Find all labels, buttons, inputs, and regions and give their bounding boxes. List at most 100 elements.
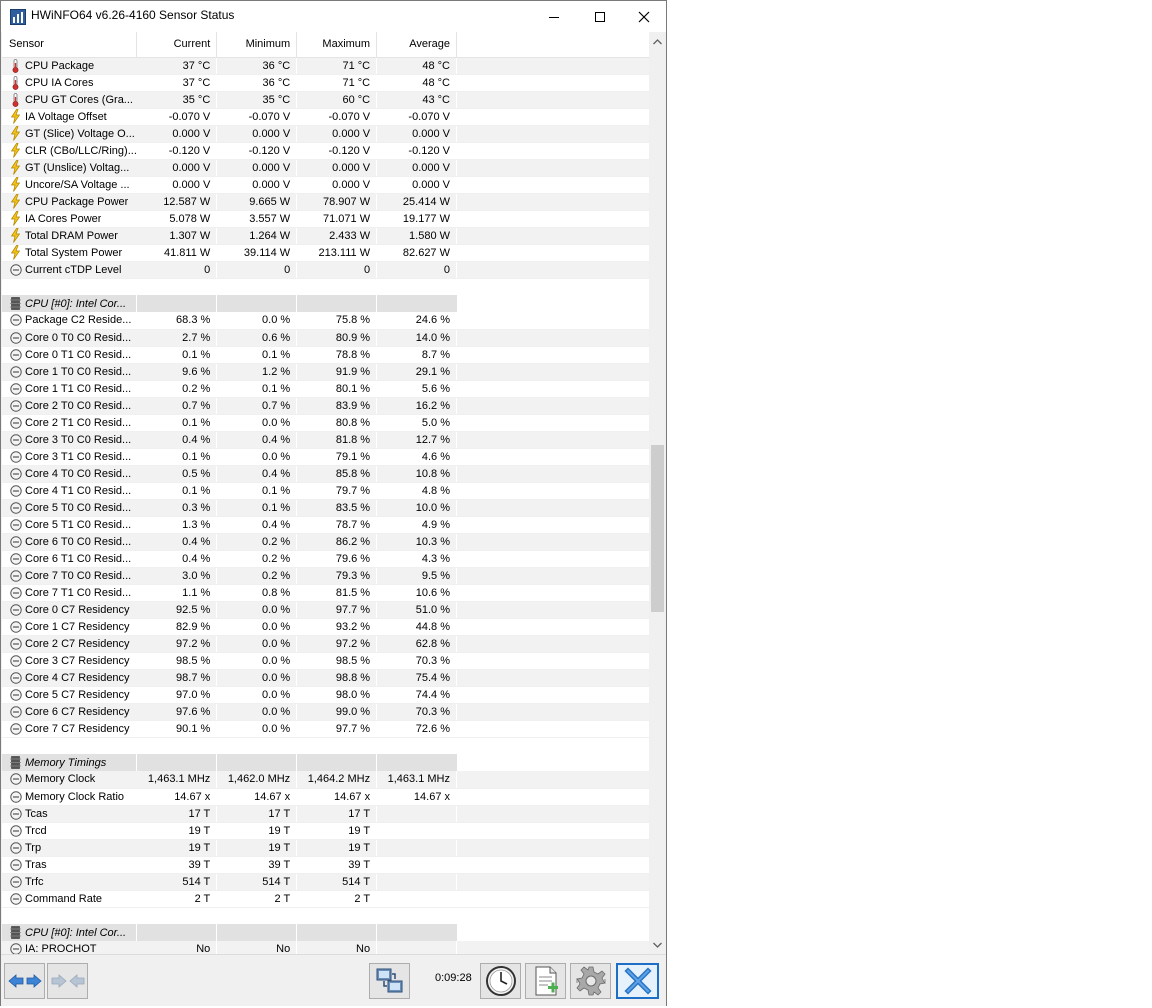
sensor-row[interactable]: Core 0 C7 Residency 92.5 % 0.0 % 97.7 % 51.0… — [2, 601, 649, 619]
sensor-row[interactable]: Core 3 T1 C0 Resid... 0.1 % 0.0 % 79.1 % 4.6… — [2, 448, 649, 466]
sensor-row[interactable]: Core 7 C7 Residency 90.1 % 0.0 % 97.7 % 72.6… — [2, 720, 649, 738]
filler-cell — [456, 686, 649, 704]
filler-cell — [456, 805, 649, 823]
title-bar[interactable]: HWiNFO64 v6.26-4160 Sensor Status — [1, 1, 666, 32]
sensor-row[interactable]: Memory Clock 1,463.1 MHz 1,462.0 MHz 1,464.… — [2, 771, 649, 789]
sensor-row[interactable]: Core 6 C7 Residency 97.6 % 0.0 % 99.0 % 70.3… — [2, 703, 649, 721]
sensor-group-header[interactable]: Memory Timings — [2, 754, 649, 771]
sensor-list[interactable]: Sensor Current Minimum Maximum Average C… — [2, 32, 649, 954]
sensor-row[interactable]: Core 3 C7 Residency 98.5 % 0.0 % 98.5 % 70.3… — [2, 652, 649, 670]
sensor-row[interactable]: CPU GT Cores (Gra... 35 °C 35 °C 60 °C 43 °C — [2, 91, 649, 109]
filler-cell — [456, 295, 649, 312]
average-value — [376, 839, 457, 857]
sensor-row[interactable]: GT (Unslice) Voltag... 0.000 V 0.000 V 0.00… — [2, 159, 649, 177]
average-value: 4.8 % — [376, 482, 457, 500]
minimum-value: 39 T — [216, 856, 297, 874]
empty-cell — [377, 907, 457, 924]
scroll-thumb[interactable] — [651, 445, 664, 612]
sensor-row[interactable]: Total DRAM Power 1.307 W 1.264 W 2.433 W 1.5… — [2, 227, 649, 245]
minimize-button[interactable] — [531, 1, 577, 32]
sensor-row[interactable]: Tras 39 T 39 T 39 T — [2, 856, 649, 874]
sensor-row[interactable]: IA: PROCHOT No No No — [2, 941, 649, 954]
column-header-current[interactable]: Current — [136, 32, 218, 58]
navigate-disabled-button[interactable] — [47, 963, 88, 999]
filler-cell — [456, 720, 649, 738]
gauge-icon — [9, 807, 22, 821]
sensor-row[interactable]: Core 1 T0 C0 Resid... 9.6 % 1.2 % 91.9 % 29.… — [2, 363, 649, 381]
sensor-row[interactable]: IA Cores Power 5.078 W 3.557 W 71.071 W 19.1… — [2, 210, 649, 228]
reset-clock-button[interactable] — [480, 963, 521, 999]
add-report-button[interactable] — [525, 963, 566, 999]
sensor-row[interactable]: Tcas 17 T 17 T 17 T — [2, 805, 649, 823]
maximize-icon — [595, 11, 605, 22]
sensor-name-cell: Core 7 C7 Residency — [2, 720, 137, 738]
sensor-row[interactable]: Uncore/SA Voltage ... 0.000 V 0.000 V 0.000… — [2, 176, 649, 194]
sensor-row[interactable]: Total System Power 41.811 W 39.114 W 213.11… — [2, 244, 649, 262]
add-report-icon — [535, 966, 558, 996]
filler-cell — [456, 176, 649, 194]
network-button[interactable] — [369, 963, 410, 999]
sensor-row[interactable]: Core 2 T1 C0 Resid... 0.1 % 0.0 % 80.8 % 5.0… — [2, 414, 649, 432]
sensor-row[interactable]: GT (Slice) Voltage O... 0.000 V 0.000 V 0.0… — [2, 125, 649, 143]
maximum-value: 85.8 % — [296, 465, 377, 483]
sensor-row[interactable]: Core 3 T0 C0 Resid... 0.4 % 0.4 % 81.8 % 12.… — [2, 431, 649, 449]
scroll-up-arrow[interactable] — [649, 33, 666, 50]
sensor-row[interactable]: Core 4 C7 Residency 98.7 % 0.0 % 98.8 % 75.4… — [2, 669, 649, 687]
sensor-row[interactable]: Core 2 C7 Residency 97.2 % 0.0 % 97.2 % 62.8… — [2, 635, 649, 653]
sensor-row[interactable]: CLR (CBo/LLC/Ring)... -0.120 V -0.120 V -0.… — [2, 142, 649, 160]
sensor-row[interactable]: Core 1 T1 C0 Resid... 0.2 % 0.1 % 80.1 % 5.6… — [2, 380, 649, 398]
sensor-row[interactable]: Command Rate 2 T2 T2 T — [2, 890, 649, 908]
vertical-scrollbar[interactable] — [649, 32, 666, 954]
close-sensors-button[interactable] — [616, 963, 659, 999]
close-window-button[interactable] — [621, 1, 667, 32]
sensor-name: Memory Clock Ratio — [25, 790, 125, 803]
maximum-value: 79.1 % — [296, 448, 377, 466]
maximize-button[interactable] — [577, 1, 623, 32]
sensor-row[interactable]: Core 5 C7 Residency 97.0 % 0.0 % 98.0 % 74.4… — [2, 686, 649, 704]
sensor-row[interactable]: CPU IA Cores 37 °C 36 °C 71 °C 48 °C — [2, 74, 649, 92]
settings-button[interactable] — [570, 963, 611, 999]
sensor-row[interactable]: Core 2 T0 C0 Resid... 0.7 % 0.7 % 83.9 % 16.… — [2, 397, 649, 415]
sensor-name-cell: Core 4 T0 C0 Resid... — [2, 465, 137, 483]
sensor-name-cell: CPU Package Power — [2, 193, 137, 211]
column-header-maximum[interactable]: Maximum — [296, 32, 378, 58]
sensor-row[interactable]: Core 6 T0 C0 Resid... 0.4 % 0.2 % 86.2 % 10.… — [2, 533, 649, 551]
average-value: 44.8 % — [376, 618, 457, 636]
sensor-row[interactable]: Core 0 T1 C0 Resid... 0.1 % 0.1 % 78.8 % 8.7… — [2, 346, 649, 364]
sensor-row[interactable]: Core 7 T1 C0 Resid... 1.1 % 0.8 % 81.5 % 10.… — [2, 584, 649, 602]
group-empty-cell — [296, 924, 377, 941]
sensor-row[interactable]: Core 7 T0 C0 Resid... 3.0 % 0.2 % 79.3 % 9.5… — [2, 567, 649, 585]
sensor-group-header[interactable]: CPU [#0]: Intel Cor... — [2, 924, 649, 941]
sensor-row[interactable]: Current cTDP Level 0 0 0 0 — [2, 261, 649, 279]
column-header-average[interactable]: Average — [376, 32, 457, 58]
sensor-row[interactable]: IA Voltage Offset -0.070 V -0.070 V -0.070 … — [2, 108, 649, 126]
filler-cell — [456, 329, 649, 347]
sensor-row[interactable]: Trp 19 T 19 T 19 T — [2, 839, 649, 857]
maximum-value: 0.000 V — [296, 159, 377, 177]
sensor-name: CPU GT Cores (Gra... — [25, 93, 133, 106]
navigate-sensors-button[interactable] — [4, 963, 45, 999]
scroll-down-arrow[interactable] — [649, 936, 666, 953]
column-header-minimum[interactable]: Minimum — [216, 32, 298, 58]
sensor-row[interactable]: CPU Package Power 12.587 W 9.665 W 78.907 W… — [2, 193, 649, 211]
current-value: 1.307 W — [136, 227, 217, 245]
sensor-row[interactable]: Core 5 T0 C0 Resid... 0.3 % 0.1 % 83.5 % 10.… — [2, 499, 649, 517]
sensor-row[interactable]: Core 4 T1 C0 Resid... 0.1 % 0.1 % 79.7 % 4.8… — [2, 482, 649, 500]
sensor-row[interactable]: Core 5 T1 C0 Resid... 1.3 % 0.4 % 78.7 % 4.9… — [2, 516, 649, 534]
sensor-row[interactable]: Package C2 Reside... 68.3 % 0.0 % 75.8 % 24.… — [2, 312, 649, 330]
current-value: 0.1 % — [136, 414, 217, 432]
sensor-group-header[interactable]: CPU [#0]: Intel Cor... — [2, 295, 649, 312]
current-value: 35 °C — [136, 91, 217, 109]
sensor-row[interactable]: Core 4 T0 C0 Resid... 0.5 % 0.4 % 85.8 % 10.… — [2, 465, 649, 483]
sensor-row[interactable]: Core 6 T1 C0 Resid... 0.4 % 0.2 % 79.6 % 4.3… — [2, 550, 649, 568]
sensor-row[interactable]: CPU Package 37 °C 36 °C 71 °C 48 °C — [2, 57, 649, 75]
sensor-row[interactable]: Memory Clock Ratio 14.67 x 14.67 x 14.67 x1… — [2, 788, 649, 806]
column-header-sensor[interactable]: Sensor — [2, 32, 138, 58]
sensor-row[interactable]: Core 1 C7 Residency 82.9 % 0.0 % 93.2 % 44.8… — [2, 618, 649, 636]
sensor-row[interactable]: Core 0 T0 C0 Resid... 2.7 % 0.6 % 80.9 % 14.… — [2, 329, 649, 347]
sensor-row[interactable]: Trfc 514 T 514 T 514 T — [2, 873, 649, 891]
sensor-name: Core 0 T1 C0 Resid... — [25, 348, 132, 361]
average-value: 74.4 % — [376, 686, 457, 704]
sensor-name: IA Cores Power — [25, 212, 102, 225]
sensor-row[interactable]: Trcd 19 T 19 T 19 T — [2, 822, 649, 840]
